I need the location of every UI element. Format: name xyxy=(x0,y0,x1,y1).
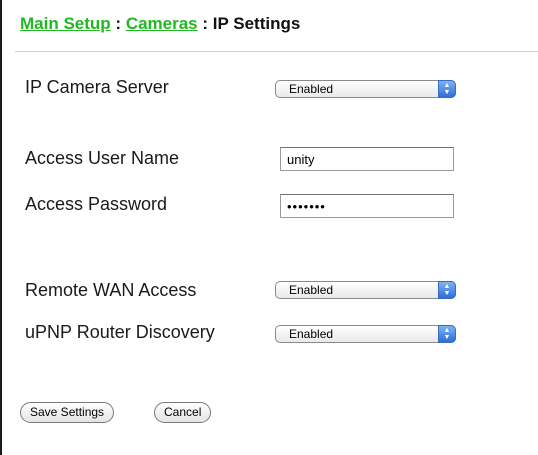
breadcrumb-separator: : xyxy=(202,14,209,33)
ip-camera-server-selected-value: Enabled xyxy=(289,82,334,96)
remote-wan-access-selected-value: Enabled xyxy=(289,283,334,297)
select-arrows-icon: ▲ ▼ xyxy=(438,281,456,299)
upnp-router-discovery-select[interactable]: Enabled ▲ ▼ xyxy=(275,325,456,343)
access-user-name-label: Access User Name xyxy=(25,148,180,168)
breadcrumb-main-setup-link[interactable]: Main Setup xyxy=(20,14,111,33)
access-user-name-input[interactable] xyxy=(280,147,454,171)
breadcrumb-separator: : xyxy=(115,14,122,33)
access-password-input[interactable] xyxy=(280,194,454,218)
remote-wan-access-select[interactable]: Enabled ▲ ▼ xyxy=(275,281,456,299)
ip-camera-server-label: IP Camera Server xyxy=(25,77,169,97)
access-password-label: Access Password xyxy=(25,194,168,214)
cancel-button[interactable]: Cancel xyxy=(154,402,212,423)
upnp-router-discovery-label: uPNP Router Discovery xyxy=(25,322,215,342)
remote-wan-access-label: Remote WAN Access xyxy=(25,280,197,300)
ip-camera-server-select[interactable]: Enabled ▲ ▼ xyxy=(275,80,456,98)
header-divider xyxy=(15,51,538,52)
breadcrumb: Main Setup : Cameras : IP Settings xyxy=(20,14,300,34)
select-arrows-icon: ▲ ▼ xyxy=(438,80,456,98)
select-arrows-icon: ▲ ▼ xyxy=(438,325,456,343)
left-border xyxy=(0,0,2,455)
breadcrumb-cameras-link[interactable]: Cameras xyxy=(126,14,198,33)
save-settings-button[interactable]: Save Settings xyxy=(20,402,115,423)
upnp-router-discovery-selected-value: Enabled xyxy=(289,327,334,341)
breadcrumb-current-page: IP Settings xyxy=(212,14,301,33)
ip-settings-page: Main Setup : Cameras : IP Settings IP Ca… xyxy=(0,0,538,455)
